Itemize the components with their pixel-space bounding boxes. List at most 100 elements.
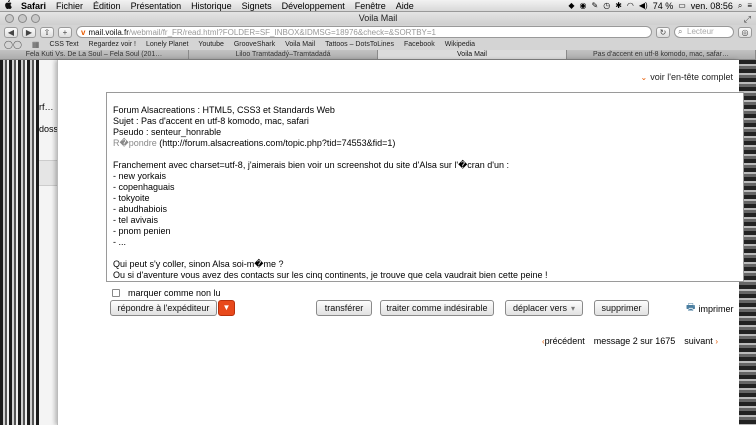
bookmark-item[interactable]: CSS Text xyxy=(49,41,78,48)
menu-edition[interactable]: Édition xyxy=(88,1,126,11)
message-line: - tokyoite xyxy=(113,193,150,203)
add-bookmark-button[interactable]: + xyxy=(58,26,72,38)
apple-menu-icon[interactable] xyxy=(0,0,16,11)
downloads-button[interactable]: ◎ xyxy=(738,26,752,38)
browser-toolbar: ◀ ▶ ⇧ + v mail.voila.fr /webmail/fr_FR/r… xyxy=(0,25,756,39)
reading-list-icon[interactable]: ◯◯ xyxy=(4,40,22,49)
url-host: mail.voila.fr xyxy=(88,27,129,37)
menu-historique[interactable]: Historique xyxy=(186,1,237,11)
menu-fichier[interactable]: Fichier xyxy=(51,1,88,11)
next-label: suivant xyxy=(684,336,713,346)
battery-icon: ▭ xyxy=(678,1,686,10)
menu-presentation[interactable]: Présentation xyxy=(126,1,187,11)
pagination: ‹précédent message 2 sur 1675 suivant › xyxy=(542,336,718,346)
chevron-down-icon: ⌄ xyxy=(640,73,648,82)
menu-developpement[interactable]: Développement xyxy=(277,1,350,11)
menu-signets[interactable]: Signets xyxy=(237,1,277,11)
move-to-button[interactable]: déplacer vers ▾ xyxy=(505,300,583,316)
mark-unread-label[interactable]: marquer comme non lu xyxy=(128,288,221,298)
chevron-down-icon: ▾ xyxy=(571,304,576,313)
reply-url[interactable]: (http://forum.alsacreations.com/topic.ph… xyxy=(157,138,395,148)
reload-button[interactable]: ↻ xyxy=(656,26,670,38)
bookmark-item[interactable]: Wikipedia xyxy=(445,41,475,48)
message-line: - ... xyxy=(113,237,126,247)
move-to-label: déplacer vers xyxy=(512,303,567,313)
battery-percent[interactable]: 74 % xyxy=(653,1,674,11)
reply-word[interactable]: R�pondre xyxy=(113,138,157,148)
full-header-link[interactable]: ⌄ voir l'en-tête complet xyxy=(641,72,733,82)
sidebar-item-partial[interactable]: rf… xyxy=(39,102,54,112)
bookmark-item[interactable]: Voila Mail xyxy=(285,41,315,48)
message-line: - abudhabiois xyxy=(113,204,168,214)
status-icon-timemachine[interactable]: ◷ xyxy=(603,1,610,10)
reply-options-button[interactable]: ▼ xyxy=(218,300,235,316)
window-title: Voila Mail xyxy=(358,13,398,23)
menu-fenetre[interactable]: Fenêtre xyxy=(350,1,391,11)
message-line: Ou si d'aventure vous avez des contacts … xyxy=(113,270,548,280)
forward-button[interactable]: transférer xyxy=(316,300,372,316)
bookmark-item[interactable]: Facebook xyxy=(404,41,435,48)
clock[interactable]: ven. 08:56 xyxy=(691,1,733,11)
full-header-label: voir l'en-tête complet xyxy=(650,72,733,82)
url-path: /webmail/fr_FR/read.html?FOLDER=SF_INBOX… xyxy=(128,27,436,37)
mark-unread-row: marquer comme non lu xyxy=(112,288,221,298)
window-titlebar: Voila Mail ⤢ xyxy=(0,12,756,25)
reader-button[interactable]: Lecteur xyxy=(674,26,734,38)
message-line-blank xyxy=(113,248,737,259)
desktop-background-left xyxy=(0,60,40,425)
minimize-window-icon[interactable] xyxy=(18,14,27,23)
message-line: - copenhaguais xyxy=(113,182,175,192)
message-counter: message 2 sur 1675 xyxy=(593,336,676,346)
notifications-icon[interactable]: ≡ xyxy=(747,1,752,10)
message-line: Pseudo : senteur_honrable xyxy=(113,127,222,137)
tab-liloo[interactable]: Liloo Tramtadadý–Tramtadadá xyxy=(189,50,378,59)
bookmark-item[interactable]: Youtube xyxy=(198,41,223,48)
message-line: - pnom penien xyxy=(113,226,171,236)
message-line: Qui peut s'y coller, sinon Alsa soi-m�me… xyxy=(113,259,284,269)
menu-aide[interactable]: Aide xyxy=(391,1,419,11)
message-line-reply: R�pondre (http://forum.alsacreations.com… xyxy=(113,138,737,149)
delete-button[interactable]: supprimer xyxy=(594,300,649,316)
previous-link[interactable]: ‹précédent xyxy=(542,336,585,346)
tab-alsacreations[interactable]: Pas d'accent en utf-8 komodo, mac, safar… xyxy=(567,50,756,59)
webpage: rf… dossiers actif ⌄voir l'en-tête compl… xyxy=(39,60,744,425)
chevron-right-icon: › xyxy=(715,337,718,346)
status-icon-eye[interactable]: ◉ xyxy=(580,1,587,10)
print-button[interactable]: 🖶 imprimer xyxy=(686,300,733,317)
wifi-icon[interactable]: ◠ xyxy=(627,1,634,10)
close-window-icon[interactable] xyxy=(5,14,14,23)
menu-safari[interactable]: Safari xyxy=(16,1,51,11)
bookmark-item[interactable]: GrooveShark xyxy=(234,41,275,48)
print-label: imprimer xyxy=(698,303,734,314)
spotlight-icon[interactable]: ⌕ xyxy=(738,1,742,11)
tab-voila-mail[interactable]: Voila Mail xyxy=(378,50,567,59)
forward-button[interactable]: ▶ xyxy=(22,26,36,38)
back-button[interactable]: ◀ xyxy=(4,26,18,38)
bookmarks-bar: ◯◯ ▦ CSS Text Regardez voir ! Lonely Pla… xyxy=(0,39,756,50)
message-line: Franchement avec charset=utf-8, j'aimera… xyxy=(113,160,510,170)
bookmark-item[interactable]: Lonely Planet xyxy=(146,41,188,48)
message-line: - tel avivais xyxy=(113,215,159,225)
bookmark-item[interactable]: Regardez voir ! xyxy=(89,41,136,48)
mac-menubar: Safari Fichier Édition Présentation Hist… xyxy=(0,0,756,12)
message-body: Forum Alsacreations : HTML5, CSS3 et Sta… xyxy=(106,92,744,282)
message-panel: ⌄ voir l'en-tête complet Forum Alsacreati… xyxy=(57,60,744,425)
mark-spam-button[interactable]: traiter comme indésirable xyxy=(380,300,494,316)
reply-button[interactable]: répondre à l'expéditeur xyxy=(110,300,217,316)
printer-icon: 🖶 xyxy=(686,302,696,313)
status-icon-dropbox[interactable]: ◆ xyxy=(568,1,574,10)
tab-fela-kuti[interactable]: Fela Kuti Vs. De La Soul – Fela Soul (20… xyxy=(0,50,189,59)
top-sites-icon[interactable]: ▦ xyxy=(32,40,40,49)
address-bar[interactable]: v mail.voila.fr /webmail/fr_FR/read.html… xyxy=(76,26,652,38)
share-button[interactable]: ⇧ xyxy=(40,26,54,38)
mark-unread-checkbox[interactable] xyxy=(112,289,120,297)
volume-icon[interactable]: ◀) xyxy=(639,1,648,10)
bookmark-item[interactable]: Tattoos – DotsToLines xyxy=(325,41,394,48)
message-line: Sujet : Pas d'accent en utf-8 komodo, ma… xyxy=(113,116,309,126)
status-icon-evernote[interactable]: ✎ xyxy=(592,1,599,10)
next-link[interactable]: suivant › xyxy=(684,336,718,346)
zoom-window-icon[interactable] xyxy=(31,14,40,23)
message-line-blank xyxy=(113,149,737,160)
status-icon-bluetooth[interactable]: ✱ xyxy=(615,1,622,10)
message-actions: répondre à l'expéditeur ▼ transférer tra… xyxy=(110,300,740,318)
